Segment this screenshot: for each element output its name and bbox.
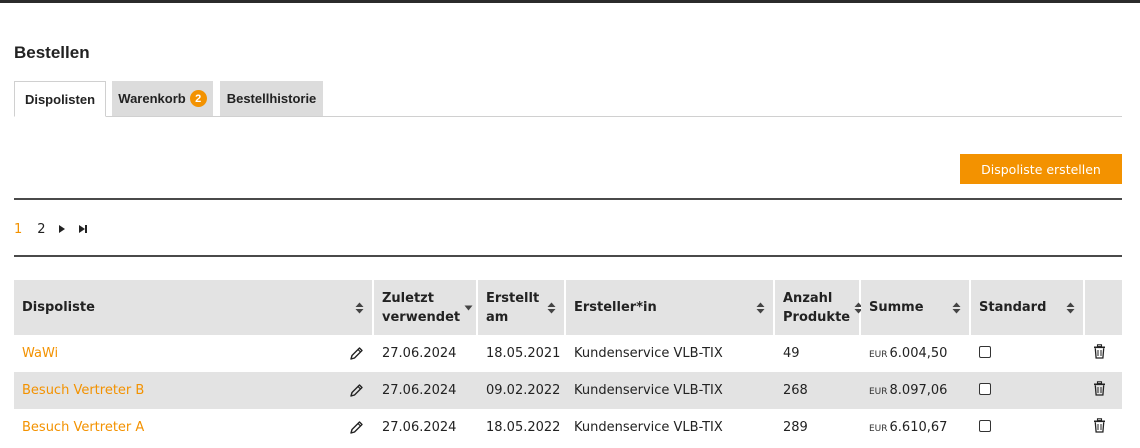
- currency-label: EUR: [869, 387, 888, 397]
- table-row: Besuch Vertreter A 27.06.2024 18.05.2022…: [14, 409, 1122, 446]
- cell-last-used: 27.06.2024: [382, 420, 457, 435]
- column-label: Ersteller*in: [574, 300, 657, 315]
- pencil-icon[interactable]: [349, 346, 364, 361]
- tab-bestellhistorie[interactable]: Bestellhistorie: [220, 81, 323, 116]
- cell-last-used: 27.06.2024: [373, 372, 477, 409]
- tabs-divider: [14, 116, 1122, 117]
- column-header-anzahl-produkte[interactable]: Anzahl Produkte: [774, 280, 863, 335]
- table-row: Besuch Vertreter B 27.06.2024 09.02.2022…: [14, 372, 1122, 409]
- sort-icon[interactable]: [952, 302, 961, 314]
- tab-label: Dispolisten: [24, 91, 96, 107]
- divider: [14, 255, 1122, 257]
- dispoliste-name-link[interactable]: Besuch Vertreter A: [22, 420, 144, 435]
- skip-to-end-icon[interactable]: [78, 224, 88, 234]
- page-1-link[interactable]: 1: [14, 222, 22, 237]
- cell-actions: [1084, 335, 1122, 372]
- table-header-row: Dispoliste Zuletzt verwendet Erstellt am: [14, 280, 1122, 335]
- table-row: WaWi 27.06.2024 18.05.2021 Kundenservice…: [14, 335, 1122, 372]
- tab-label: Warenkorb: [118, 91, 186, 106]
- column-label: Erstellt am: [486, 290, 540, 325]
- column-label: Dispoliste: [22, 300, 95, 315]
- trash-icon[interactable]: [1093, 381, 1106, 396]
- divider: [14, 198, 1122, 200]
- standard-checkbox[interactable]: [979, 419, 991, 432]
- cell-count: 289: [783, 420, 808, 435]
- cell-created: 18.05.2022: [486, 420, 561, 435]
- cell-name: Besuch Vertreter A: [14, 409, 373, 446]
- cell-count: 49: [783, 346, 800, 361]
- column-header-actions: [1084, 280, 1122, 335]
- cell-creator: Kundenservice VLB-TIX: [574, 346, 723, 361]
- caret-right-icon[interactable]: [58, 224, 66, 234]
- standard-checkbox[interactable]: [979, 382, 991, 395]
- cell-last-used: 27.06.2024: [382, 346, 457, 361]
- trash-icon[interactable]: [1093, 418, 1106, 433]
- currency-label: EUR: [869, 350, 888, 360]
- tab-label: Bestellhistorie: [226, 91, 317, 106]
- column-header-summe[interactable]: Summe: [860, 280, 971, 335]
- cell-standard: [970, 335, 1084, 372]
- create-dispoliste-button[interactable]: Dispoliste erstellen: [960, 154, 1122, 184]
- page-2-link[interactable]: 2: [37, 222, 45, 237]
- currency-label: EUR: [869, 424, 888, 434]
- sum-value: 6.610,67: [889, 420, 948, 435]
- pencil-icon[interactable]: [349, 383, 364, 398]
- page-title: Bestellen: [14, 43, 90, 62]
- sort-icon[interactable]: [547, 302, 556, 314]
- dispoliste-name-link[interactable]: Besuch Vertreter B: [22, 383, 144, 398]
- cell-creator: Kundenservice VLB-TIX: [574, 420, 723, 435]
- sum-value: 6.004,50: [889, 346, 948, 361]
- standard-checkbox[interactable]: [979, 345, 991, 358]
- cell-standard: [970, 409, 1084, 446]
- dispoliste-name-link[interactable]: WaWi: [22, 346, 58, 361]
- column-header-standard[interactable]: Standard: [970, 280, 1085, 335]
- cell-sum: EUR 6.610,67: [860, 409, 970, 446]
- cell-actions: [1084, 409, 1122, 446]
- column-header-zuletzt-verwendet[interactable]: Zuletzt verwendet: [373, 280, 478, 335]
- column-label: Zuletzt verwendet: [382, 290, 461, 325]
- top-bar: [0, 0, 1140, 3]
- cell-sum: EUR 8.097,06: [860, 372, 970, 409]
- cell-created: 09.02.2022: [477, 372, 565, 409]
- dispolisten-table: Dispoliste Zuletzt verwendet Erstellt am: [14, 280, 1123, 446]
- sum-value: 8.097,06: [889, 383, 948, 398]
- cart-count-badge: 2: [189, 90, 207, 107]
- tab-dispolisten[interactable]: Dispolisten: [14, 81, 106, 117]
- sort-icon[interactable]: [355, 302, 364, 314]
- pencil-icon[interactable]: [349, 420, 364, 435]
- column-label: Standard: [979, 300, 1047, 315]
- column-header-ersteller[interactable]: Ersteller*in: [565, 280, 775, 335]
- column-label: Summe: [869, 300, 924, 315]
- column-label: Anzahl Produkte: [783, 290, 851, 325]
- sort-icon[interactable]: [1066, 302, 1075, 314]
- cell-created: 18.05.2021: [486, 346, 561, 361]
- cell-name: Besuch Vertreter B: [14, 372, 373, 409]
- cell-creator: Kundenservice VLB-TIX: [565, 372, 774, 409]
- sort-desc-icon[interactable]: [464, 305, 473, 311]
- cell-actions: [1084, 372, 1122, 409]
- cell-count: 268: [774, 372, 860, 409]
- pagination: 1 2: [14, 221, 88, 237]
- cell-name: WaWi: [14, 335, 373, 372]
- cell-sum: EUR 6.004,50: [860, 335, 970, 372]
- cell-standard: [970, 372, 1084, 409]
- trash-icon[interactable]: [1093, 344, 1106, 359]
- sort-icon[interactable]: [756, 302, 765, 314]
- column-header-dispoliste[interactable]: Dispoliste: [14, 280, 374, 335]
- column-header-erstellt-am[interactable]: Erstellt am: [477, 280, 566, 335]
- tab-bar: Dispolisten Warenkorb 2 Bestellhistorie: [14, 81, 1122, 117]
- tab-warenkorb[interactable]: Warenkorb 2: [112, 81, 213, 116]
